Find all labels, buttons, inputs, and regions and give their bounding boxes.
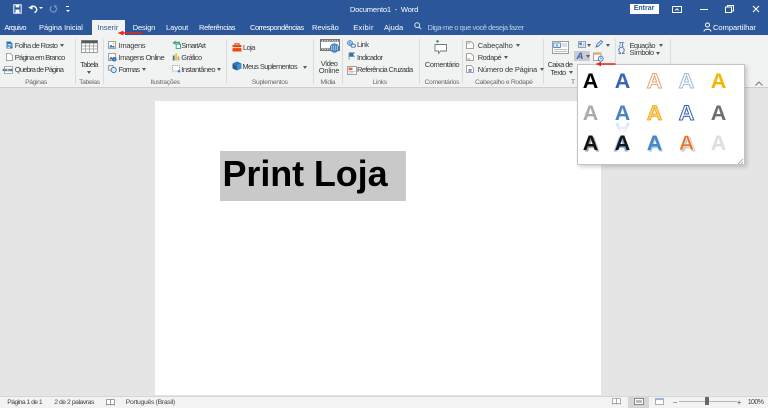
svg-text:i: i [113,57,114,61]
